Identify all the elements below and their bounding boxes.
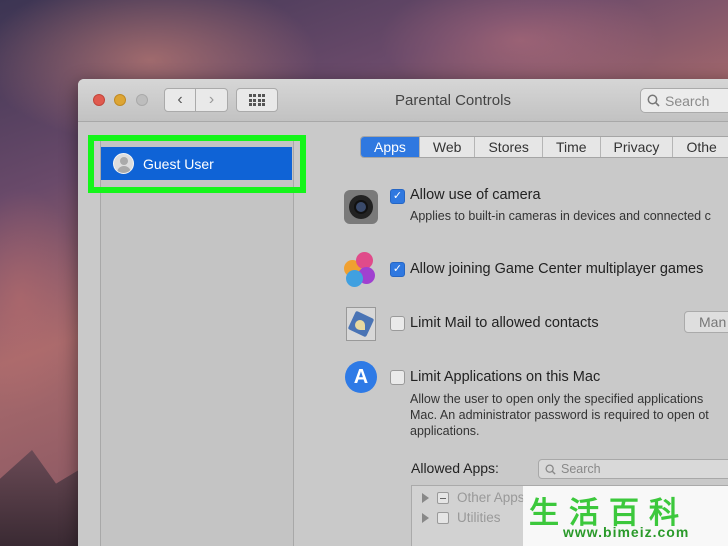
sidebar-item-label: Guest User (143, 155, 214, 172)
avatar (113, 153, 134, 174)
search-placeholder: Search (665, 92, 710, 109)
game-center-checkbox[interactable]: ✓ (390, 262, 405, 277)
tab-privacy[interactable]: Privacy (601, 137, 674, 157)
app-store-icon: A (345, 361, 377, 393)
forward-button[interactable]: › (196, 88, 228, 112)
tab-other[interactable]: Othe (673, 137, 728, 157)
chevron-left-icon: ‹ (177, 91, 183, 108)
disclosure-triangle-icon[interactable] (422, 492, 429, 503)
sidebar-item-guest-user[interactable]: Guest User (101, 147, 292, 180)
search-icon (647, 94, 660, 107)
chevron-right-icon: › (208, 91, 215, 108)
mail-stamp-icon (346, 307, 376, 341)
list-item-label: Utilities (457, 510, 501, 525)
applications-option-label: Limit Applications on this Mac (410, 369, 601, 385)
applications-desc-line-1: Allow the user to open only the specifie… (410, 392, 704, 406)
tab-bar: Apps Web Stores Time Privacy Othe (360, 136, 728, 158)
disclosure-triangle-icon[interactable] (422, 512, 429, 523)
minimize-window-button[interactable] (114, 94, 126, 106)
mail-option-label: Limit Mail to allowed contacts (410, 315, 599, 331)
watermark: 生 活 百 科 www.bimeiz.com (523, 486, 728, 546)
show-all-button[interactable] (236, 88, 278, 112)
allowed-apps-search-placeholder: Search (561, 462, 601, 476)
grid-icon (248, 94, 266, 106)
applications-desc-line-2: Mac. An administrator password is requir… (410, 408, 709, 422)
other-apps-checkbox[interactable] (437, 491, 449, 504)
zoom-window-button[interactable] (136, 94, 148, 106)
camera-option-label: Allow use of camera (410, 187, 541, 203)
manage-contacts-button[interactable]: Man (684, 311, 728, 333)
user-sidebar (100, 139, 294, 546)
utilities-checkbox[interactable] (437, 511, 449, 524)
camera-checkbox[interactable]: ✓ (390, 189, 405, 204)
allowed-apps-search-input[interactable]: Search (538, 459, 728, 479)
allowed-apps-label: Allowed Apps: (411, 460, 499, 476)
watermark-url: www.bimeiz.com (563, 524, 690, 540)
tab-stores[interactable]: Stores (475, 137, 543, 157)
game-center-icon (344, 252, 378, 287)
titlebar: ‹ › Parental Controls Search (78, 79, 728, 122)
applications-desc-line-3: applications. (410, 424, 480, 438)
search-icon (545, 463, 556, 475)
tab-web[interactable]: Web (420, 137, 476, 157)
camera-icon (344, 190, 378, 224)
preferences-search-input[interactable]: Search (640, 88, 728, 113)
nav-buttons: ‹ › (164, 88, 228, 112)
window-title: Parental Controls (395, 92, 511, 109)
mail-checkbox[interactable] (390, 316, 405, 331)
list-item[interactable]: Utilities (422, 510, 501, 525)
list-item-label: Other Apps (457, 490, 525, 505)
list-item[interactable]: Other Apps (422, 490, 525, 505)
tab-apps[interactable]: Apps (361, 137, 420, 157)
close-window-button[interactable] (93, 94, 105, 106)
tab-time[interactable]: Time (543, 137, 601, 157)
applications-checkbox[interactable] (390, 370, 405, 385)
back-button[interactable]: ‹ (164, 88, 196, 112)
watermark-char: 生 (529, 496, 559, 531)
camera-option-desc: Applies to built-in cameras in devices a… (410, 209, 711, 223)
game-center-option-label: Allow joining Game Center multiplayer ga… (410, 261, 704, 277)
